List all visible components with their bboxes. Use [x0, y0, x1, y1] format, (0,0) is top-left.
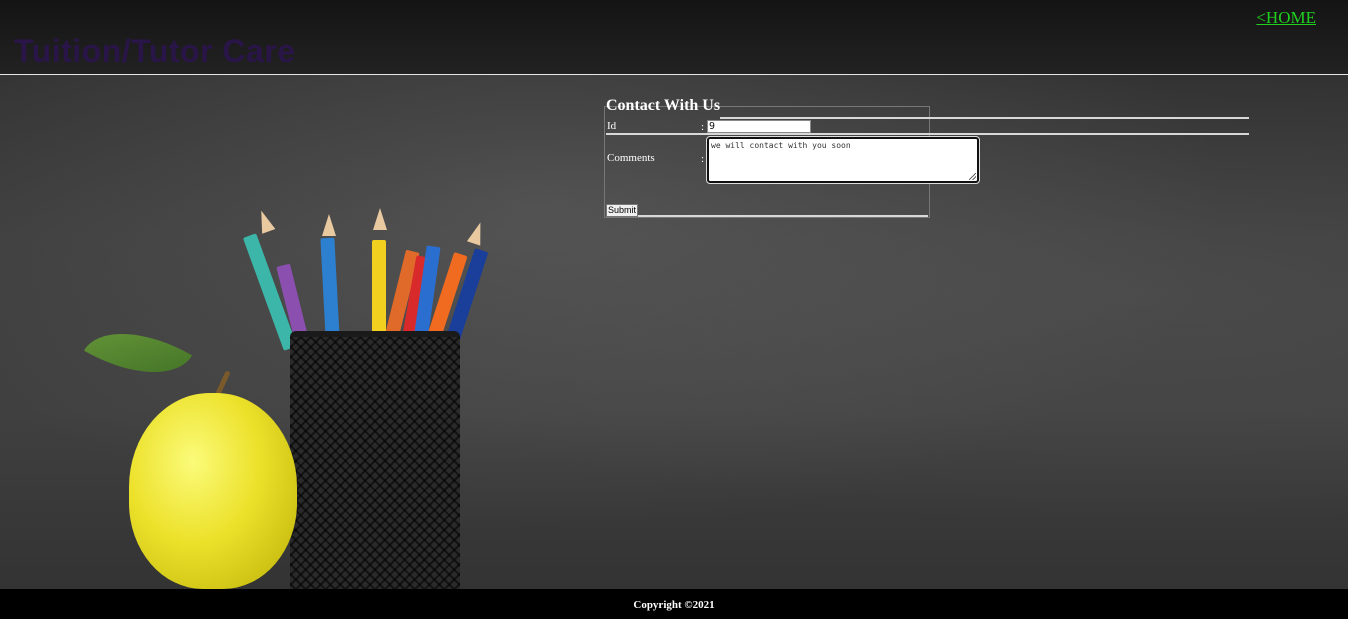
- submit-button[interactable]: Submit: [606, 204, 639, 217]
- pencil-cup: [290, 331, 460, 595]
- home-link[interactable]: <HOME: [1256, 8, 1316, 28]
- id-label: Id: [607, 120, 617, 132]
- site-title: Tuition/Tutor Care: [14, 33, 296, 69]
- comments-colon: :: [701, 153, 705, 165]
- copyright-text: Copyright ©2021: [633, 599, 715, 611]
- comments-label: Comments: [607, 152, 655, 164]
- site-header: Tuition/Tutor Care <HOME: [0, 0, 1348, 75]
- divider: [606, 133, 1249, 135]
- comments-text: we will contact with you soon: [711, 141, 851, 150]
- pencil-yellow: [372, 240, 386, 340]
- divider: [606, 215, 928, 217]
- apple: [129, 393, 297, 589]
- comments-textarea[interactable]: we will contact with you soon: [706, 136, 980, 184]
- id-colon: :: [701, 121, 705, 133]
- pencil-tip: [373, 208, 387, 230]
- resize-grip-icon[interactable]: [969, 173, 976, 180]
- pencil-tip: [322, 214, 336, 236]
- site-footer: Copyright ©2021: [0, 589, 1348, 619]
- divider: [720, 117, 1249, 119]
- id-input[interactable]: 9: [707, 120, 811, 133]
- form-title: Contact With Us: [606, 97, 721, 114]
